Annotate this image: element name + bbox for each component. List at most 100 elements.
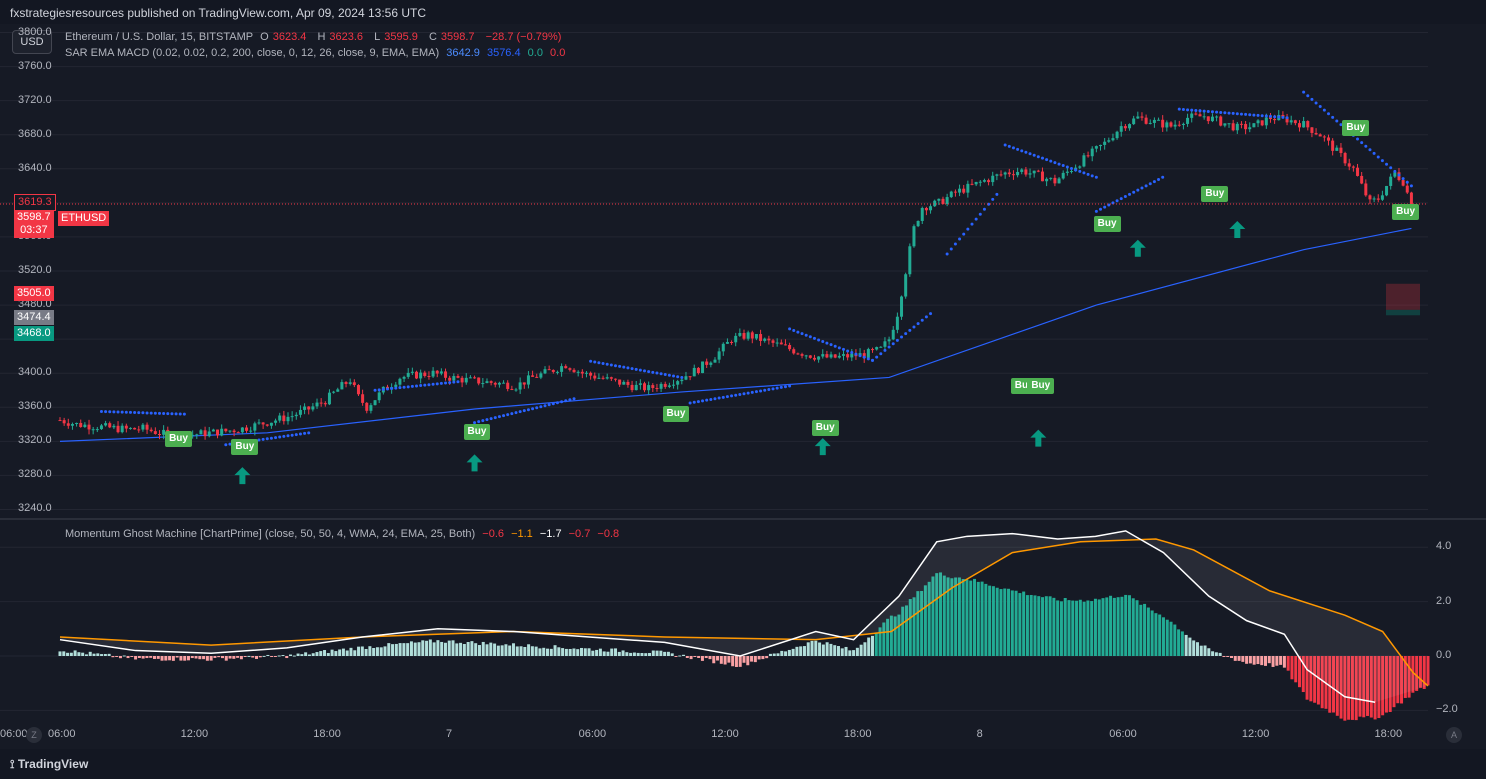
sar-dot [261, 437, 265, 441]
candle-body [754, 334, 758, 339]
histogram-bar [530, 646, 534, 656]
candle-body [356, 385, 360, 395]
histogram-bar [1184, 634, 1188, 656]
sar-dot [1202, 109, 1206, 113]
sar-dot [871, 358, 875, 362]
histogram-bar [810, 640, 814, 656]
zoom-button[interactable]: Z [26, 727, 42, 743]
histogram-bar [606, 651, 610, 656]
candle-body [153, 431, 157, 435]
candle-body [555, 371, 559, 373]
candle-body [618, 379, 622, 385]
candle-body [199, 430, 203, 435]
sar-dot [1327, 112, 1331, 116]
chart-area[interactable]: USD Ethereum / U.S. Dollar, 15, BITSTAMP… [0, 24, 1486, 749]
price-tick-label: 3760.0 [18, 59, 52, 72]
histogram-bar [825, 642, 829, 656]
sar-dot [560, 400, 564, 404]
histogram-bar [338, 649, 342, 656]
candle-body [236, 432, 240, 434]
histogram-bar [69, 652, 73, 656]
sar-dot [1177, 107, 1181, 111]
sar-dot [506, 413, 510, 417]
histogram-bar [1037, 596, 1041, 656]
histogram-bar [1029, 594, 1033, 656]
candle-body [920, 207, 924, 221]
buy-signal-label: Buy [1027, 377, 1055, 394]
sar-dot [493, 416, 497, 420]
candle-body [1227, 123, 1231, 125]
candle-body [203, 430, 207, 437]
sar-dot [647, 370, 651, 374]
histogram-bar [81, 652, 85, 656]
histogram-bar [1252, 656, 1256, 665]
sar-dot [1181, 108, 1185, 111]
histogram-bar [965, 579, 969, 656]
sar-dot [178, 412, 182, 416]
candle-body [1364, 183, 1368, 196]
price-tick-label: 3240.0 [18, 502, 52, 515]
momentum-oscillator [58, 530, 1430, 721]
candle-body [75, 422, 79, 425]
candle-body [1173, 124, 1177, 127]
chart-canvas[interactable] [0, 24, 1486, 749]
price-tick-label: 3720.0 [18, 93, 52, 106]
histogram-bar [1075, 600, 1079, 656]
sar-dot [402, 385, 406, 389]
candle-body [742, 333, 746, 339]
candle-body [1405, 185, 1409, 193]
histogram-bar [833, 645, 837, 656]
candle-body [439, 371, 443, 374]
candle-body [104, 423, 108, 426]
histogram-bar [1264, 656, 1268, 666]
candle-body [427, 375, 431, 377]
histogram-bar [855, 647, 859, 656]
candle-body [319, 402, 323, 404]
candle-body [891, 329, 895, 340]
candle-body [220, 428, 224, 436]
histogram-bar [814, 640, 818, 656]
histogram-bar [1290, 656, 1294, 680]
sar-dot [1148, 182, 1152, 186]
candle-body [551, 369, 555, 372]
sar-dot [982, 207, 986, 211]
sar-dot [224, 443, 228, 447]
time-tick-label: 06:00 [48, 728, 76, 740]
sar-dot [555, 401, 559, 405]
histogram-bar [561, 648, 565, 656]
candle-body [415, 371, 419, 379]
candle-body [489, 381, 493, 383]
candle-body [1090, 148, 1094, 157]
histogram-bar [587, 648, 591, 656]
candle-body [987, 180, 991, 183]
candle-body [924, 207, 928, 211]
price-tick-label: 3320.0 [18, 434, 52, 447]
histogram-bar [277, 655, 281, 657]
sar-dot [415, 384, 419, 388]
histogram-bar [742, 656, 746, 663]
histogram-bar [164, 656, 168, 661]
histogram-bar [795, 646, 799, 656]
last-price-tag: 3598.7 03:37 [14, 210, 54, 238]
candle-body [941, 198, 945, 204]
histogram-bar [636, 652, 640, 656]
sar-dot [800, 332, 804, 336]
candle-body [1119, 126, 1123, 132]
histogram-bar [126, 656, 130, 659]
auto-scale-button[interactable]: A [1446, 727, 1462, 743]
candle-body [149, 429, 153, 432]
sar-dot [854, 352, 858, 356]
candle-body [352, 382, 356, 386]
sar-dot [812, 336, 816, 340]
sar-dot [887, 345, 891, 349]
price-tick-label: 3800.0 [18, 25, 52, 38]
tradingview-logo[interactable]: ⟟ TradingView [10, 757, 88, 772]
candle-body [775, 342, 779, 344]
candle-body [991, 175, 995, 183]
sar-dot [128, 410, 132, 414]
candle-body [1069, 171, 1073, 173]
candle-body [539, 373, 543, 378]
histogram-bar [425, 640, 429, 656]
sar-dot [1310, 97, 1314, 101]
sar-dot [531, 407, 535, 411]
